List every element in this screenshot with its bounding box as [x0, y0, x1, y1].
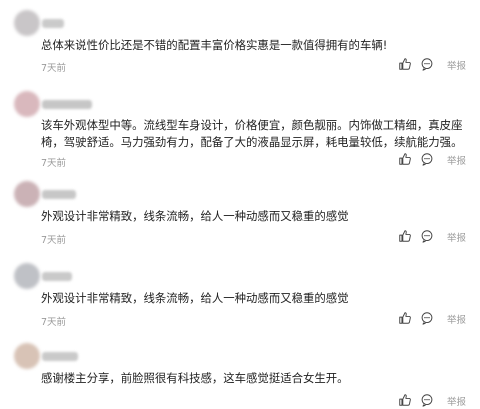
- comment-time: 7天前: [41, 235, 67, 246]
- username-blurred[interactable]: [42, 272, 72, 281]
- comment-bubble-icon[interactable]: [420, 152, 434, 166]
- report-link[interactable]: 举报: [447, 58, 466, 72]
- avatar[interactable]: [14, 263, 40, 289]
- comment-item: 感谢楼主分享，前脸照很有科技感，这车感觉挺适合女生开。 举报: [0, 343, 480, 409]
- report-link[interactable]: 举报: [447, 394, 466, 408]
- comment-bubble-icon[interactable]: [420, 311, 434, 325]
- comment-text: 该车外观体型中等。流线型车身设计，价格便宜，颜色靓丽。内饰做工精细，真皮座椅，驾…: [41, 118, 463, 149]
- avatar[interactable]: [14, 343, 40, 369]
- comment-time: 7天前: [41, 158, 67, 169]
- avatar[interactable]: [14, 91, 40, 117]
- comment-actions: 举报: [398, 229, 478, 245]
- comment-item: 总体来说性价比还是不错的配置丰富价格实惠是一款值得拥有的车辆! 7天前 举报: [0, 10, 480, 74]
- thumbs-up-icon[interactable]: [398, 57, 412, 71]
- comment-text: 外观设计非常精致，线条流畅，给人一种动感而又稳重的感觉: [41, 209, 349, 223]
- comment-actions: 举报: [398, 311, 478, 327]
- comment-actions: 举报: [398, 393, 478, 409]
- comment-text: 总体来说性价比还是不错的配置丰富价格实惠是一款值得拥有的车辆!: [41, 38, 388, 52]
- report-link[interactable]: 举报: [447, 230, 466, 244]
- thumbs-up-icon[interactable]: [398, 311, 412, 325]
- thumbs-up-icon[interactable]: [398, 393, 412, 407]
- comment-item: 外观设计非常精致，线条流畅，给人一种动感而又稳重的感觉 7天前 举报: [0, 181, 480, 246]
- comment-text: 外观设计非常精致，线条流畅，给人一种动感而又稳重的感觉: [41, 291, 349, 305]
- username-blurred[interactable]: [42, 19, 64, 28]
- thumbs-up-icon[interactable]: [398, 229, 412, 243]
- comment-item: 该车外观体型中等。流线型车身设计，价格便宜，颜色靓丽。内饰做工精细，真皮座椅，驾…: [0, 91, 480, 171]
- comment-actions: 举报: [398, 57, 478, 73]
- thumbs-up-icon[interactable]: [398, 152, 412, 166]
- comment-bubble-icon[interactable]: [420, 57, 434, 71]
- comment-bubble-icon[interactable]: [420, 393, 434, 407]
- comment-time: 7天前: [41, 63, 67, 74]
- comment-actions: 举报: [398, 152, 478, 168]
- username-blurred[interactable]: [42, 100, 92, 109]
- username-blurred[interactable]: [42, 352, 78, 361]
- username-blurred[interactable]: [42, 190, 76, 199]
- comment-time: 7天前: [41, 317, 67, 328]
- report-link[interactable]: 举报: [447, 153, 466, 167]
- comment-feed: 总体来说性价比还是不错的配置丰富价格实惠是一款值得拥有的车辆! 7天前 举报 该…: [0, 0, 480, 409]
- comment-text: 感谢楼主分享，前脸照很有科技感，这车感觉挺适合女生开。: [41, 371, 349, 385]
- comment-item: 外观设计非常精致，线条流畅，给人一种动感而又稳重的感觉 7天前 举报: [0, 263, 480, 328]
- avatar[interactable]: [14, 181, 40, 207]
- report-link[interactable]: 举报: [447, 312, 466, 326]
- comment-bubble-icon[interactable]: [420, 229, 434, 243]
- avatar[interactable]: [14, 10, 40, 36]
